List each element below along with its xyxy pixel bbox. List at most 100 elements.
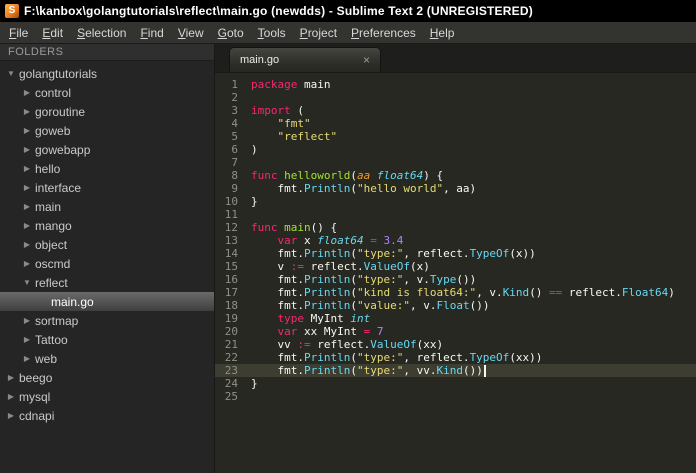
chevron-down-icon[interactable]: ▼ — [4, 64, 18, 83]
text-cursor — [483, 365, 486, 377]
menu-edit[interactable]: Edit — [35, 23, 70, 43]
menu-view[interactable]: View — [171, 23, 211, 43]
code-text: } — [251, 195, 258, 208]
line-number: 23 — [224, 364, 238, 377]
code-line-19[interactable]: 19 type MyInt int — [215, 312, 696, 325]
line-number: 2 — [231, 91, 238, 104]
tree-item-label: cdnapi — [19, 408, 55, 423]
file-main-go[interactable]: main.go — [0, 292, 214, 311]
folder-gowebapp[interactable]: ▶ gowebapp — [0, 140, 214, 159]
code-line-23[interactable]: 23 fmt.Println("type:", vv.Kind()) — [215, 364, 696, 377]
chevron-right-icon[interactable]: ▶ — [20, 349, 34, 368]
code-line-8[interactable]: 8 func helloworld(aa float64) { — [215, 169, 696, 182]
code-line-10[interactable]: 10} — [215, 195, 696, 208]
code-line-13[interactable]: 13 var x float64 = 3.4 — [215, 234, 696, 247]
tab-close-icon[interactable]: × — [361, 54, 372, 66]
code-line-9[interactable]: 9 fmt.Println("hello world", aa) — [215, 182, 696, 195]
line-number: 1 — [231, 78, 238, 91]
code-line-3[interactable]: 3 import ( — [215, 104, 696, 117]
code-line-20[interactable]: 20 var xx MyInt = 7 — [215, 325, 696, 338]
chevron-down-icon[interactable]: ▼ — [20, 273, 34, 292]
code-line-7[interactable]: 7 — [215, 156, 696, 169]
chevron-right-icon[interactable]: ▶ — [4, 387, 18, 406]
chevron-right-icon[interactable]: ▶ — [20, 197, 34, 216]
folder-interface[interactable]: ▶ interface — [0, 178, 214, 197]
chevron-right-icon[interactable]: ▶ — [20, 254, 34, 273]
line-number: 18 — [224, 299, 238, 312]
folder-reflect[interactable]: ▼ reflect — [0, 273, 214, 292]
menu-preferences[interactable]: Preferences — [344, 23, 423, 43]
code-line-22[interactable]: 22 fmt.Println("type:", reflect.TypeOf(x… — [215, 351, 696, 364]
folder-goroutine[interactable]: ▶ goroutine — [0, 102, 214, 121]
code-text: fmt.Println("type:", v.Type()) — [251, 273, 477, 286]
tree-item-label: mango — [35, 218, 72, 233]
code-line-11[interactable]: 11 — [215, 208, 696, 221]
folder-main[interactable]: ▶ main — [0, 197, 214, 216]
menu-find[interactable]: Find — [133, 23, 170, 43]
chevron-right-icon[interactable]: ▶ — [20, 140, 34, 159]
tree-item-label: main — [35, 199, 62, 214]
code-text: v := reflect.ValueOf(x) — [251, 260, 430, 273]
code-text: fmt.Println("type:", vv.Kind()) — [251, 364, 486, 377]
sublime-window: S F:\kanbox\golangtutorials\reflect\main… — [0, 0, 696, 473]
tree-item-label: object — [35, 237, 68, 252]
menu-project[interactable]: Project — [293, 23, 344, 43]
folder-sortmap[interactable]: ▶ sortmap — [0, 311, 214, 330]
folder-hello[interactable]: ▶ hello — [0, 159, 214, 178]
chevron-right-icon[interactable]: ▶ — [20, 83, 34, 102]
code-line-1[interactable]: 1 package main — [215, 78, 696, 91]
code-line-5[interactable]: 5 "reflect" — [215, 130, 696, 143]
code-line-4[interactable]: 4 "fmt" — [215, 117, 696, 130]
code-text: fmt.Println("type:", reflect.TypeOf(xx)) — [251, 351, 543, 364]
chevron-right-icon[interactable]: ▶ — [20, 102, 34, 121]
menu-file[interactable]: File — [2, 23, 35, 43]
window-title: F:\kanbox\golangtutorials\reflect\main.g… — [24, 4, 533, 18]
tree-item-label: web — [35, 351, 58, 366]
code-text: } — [251, 377, 258, 390]
chevron-right-icon[interactable]: ▶ — [20, 178, 34, 197]
line-number: 5 — [231, 130, 238, 143]
menu-tools[interactable]: Tools — [251, 23, 293, 43]
code-line-25[interactable]: 25 — [215, 390, 696, 403]
chevron-right-icon[interactable]: ▶ — [4, 406, 18, 425]
folder-mysql[interactable]: ▶ mysql — [0, 387, 214, 406]
code-line-12[interactable]: 12 func main() { — [215, 221, 696, 234]
line-number: 7 — [231, 156, 238, 169]
code-line-17[interactable]: 17 fmt.Println("kind is float64:", v.Kin… — [215, 286, 696, 299]
menu-goto[interactable]: Goto — [211, 23, 251, 43]
line-number: 4 — [231, 117, 238, 130]
folder-cdnapi[interactable]: ▶ cdnapi — [0, 406, 214, 425]
folder-web[interactable]: ▶ web — [0, 349, 214, 368]
chevron-right-icon[interactable]: ▶ — [20, 216, 34, 235]
editor-code-area[interactable]: 1 package main 2 3 import (4 "fmt" 5 "reflect… — [215, 73, 696, 473]
folder-beego[interactable]: ▶ beego — [0, 368, 214, 387]
chevron-right-icon[interactable]: ▶ — [20, 311, 34, 330]
code-text: fmt.Println("value:", v.Float()) — [251, 299, 490, 312]
folder-control[interactable]: ▶ control — [0, 83, 214, 102]
menu-selection[interactable]: Selection — [70, 23, 133, 43]
folder-tattoo[interactable]: ▶ Tattoo — [0, 330, 214, 349]
tab-main-go[interactable]: main.go × — [229, 47, 381, 72]
folder-goweb[interactable]: ▶ goweb — [0, 121, 214, 140]
chevron-right-icon[interactable]: ▶ — [20, 330, 34, 349]
code-line-16[interactable]: 16 fmt.Println("type:", v.Type()) — [215, 273, 696, 286]
folder-object[interactable]: ▶ object — [0, 235, 214, 254]
chevron-right-icon[interactable]: ▶ — [20, 121, 34, 140]
code-line-15[interactable]: 15 v := reflect.ValueOf(x) — [215, 260, 696, 273]
line-number: 17 — [224, 286, 238, 299]
line-number: 6 — [231, 143, 238, 156]
folder-mango[interactable]: ▶ mango — [0, 216, 214, 235]
chevron-right-icon[interactable]: ▶ — [20, 235, 34, 254]
tree-item-label: interface — [35, 180, 82, 195]
chevron-right-icon[interactable]: ▶ — [4, 368, 18, 387]
code-line-21[interactable]: 21 vv := reflect.ValueOf(xx) — [215, 338, 696, 351]
code-line-18[interactable]: 18 fmt.Println("value:", v.Float()) — [215, 299, 696, 312]
folder-oscmd[interactable]: ▶ oscmd — [0, 254, 214, 273]
code-line-6[interactable]: 6) — [215, 143, 696, 156]
code-line-14[interactable]: 14 fmt.Println("type:", reflect.TypeOf(x… — [215, 247, 696, 260]
chevron-right-icon[interactable]: ▶ — [20, 159, 34, 178]
code-line-2[interactable]: 2 — [215, 91, 696, 104]
code-line-24[interactable]: 24} — [215, 377, 696, 390]
folder-golangtutorials[interactable]: ▼ golangtutorials — [0, 64, 214, 83]
menu-help[interactable]: Help — [423, 23, 462, 43]
